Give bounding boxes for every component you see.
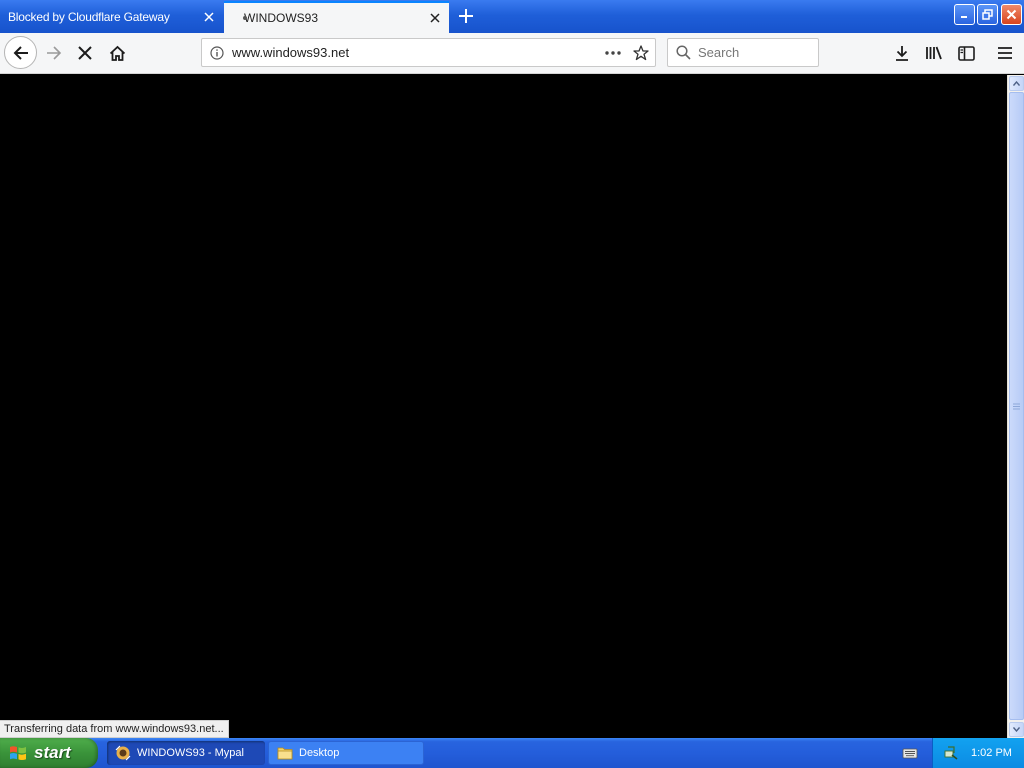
tab-windows93[interactable]: WINDOWS93 xyxy=(224,1,449,33)
library-button[interactable] xyxy=(919,38,949,68)
scroll-up-button[interactable] xyxy=(1009,76,1024,91)
home-button[interactable] xyxy=(101,37,133,69)
network-icon[interactable] xyxy=(943,745,959,761)
stop-button[interactable] xyxy=(69,37,101,69)
plus-icon xyxy=(459,9,473,23)
tab-strip: Blocked by Cloudflare Gateway WINDOWS93 xyxy=(0,0,1024,33)
status-text: Transferring data from www.windows93.net… xyxy=(0,720,229,738)
clock[interactable]: 1:02 PM xyxy=(971,747,1012,759)
taskbar-item-label: Desktop xyxy=(299,747,340,759)
minimize-icon xyxy=(961,16,967,18)
arrow-right-icon xyxy=(47,46,62,60)
downloads-button[interactable] xyxy=(887,38,917,68)
arrow-left-icon xyxy=(13,45,28,60)
chevron-down-icon xyxy=(1013,727,1020,732)
tab-blocked-cloudflare[interactable]: Blocked by Cloudflare Gateway xyxy=(0,1,223,33)
close-icon[interactable] xyxy=(421,4,449,32)
taskbar-item-label: WINDOWS93 - Mypal xyxy=(137,747,244,759)
sidebar-icon xyxy=(957,45,975,61)
hamburger-icon xyxy=(998,47,1012,59)
scrollbar-thumb[interactable] xyxy=(1009,92,1024,720)
windows-logo-icon xyxy=(10,746,26,761)
search-icon xyxy=(668,45,698,60)
new-tab-button[interactable] xyxy=(452,3,480,29)
close-icon[interactable] xyxy=(195,3,223,31)
tab-label: WINDOWS93 xyxy=(244,11,319,25)
window-close-button[interactable] xyxy=(1001,4,1022,25)
mypal-icon xyxy=(115,745,131,761)
page-actions-icon[interactable] xyxy=(599,39,627,67)
restore-icon xyxy=(982,9,993,20)
library-icon xyxy=(926,46,942,60)
menu-button[interactable] xyxy=(990,38,1020,68)
info-icon[interactable] xyxy=(202,45,232,60)
stop-icon xyxy=(78,46,92,60)
tab-label: Blocked by Cloudflare Gateway xyxy=(8,10,170,24)
minimize-button[interactable] xyxy=(954,4,975,25)
page-content[interactable] xyxy=(0,75,1007,738)
home-icon xyxy=(109,45,125,61)
vertical-scrollbar[interactable] xyxy=(1007,75,1024,738)
chevron-up-icon xyxy=(1013,81,1020,86)
loading-dot-icon xyxy=(243,16,247,20)
restore-button[interactable] xyxy=(977,4,998,25)
sidebar-button[interactable] xyxy=(951,38,981,68)
start-button[interactable]: start xyxy=(0,738,98,768)
download-icon xyxy=(896,46,908,61)
bookmark-star-icon[interactable] xyxy=(627,39,655,67)
navigation-toolbar: www.windows93.net xyxy=(0,33,1024,74)
system-tray: 1:02 PM xyxy=(932,738,1024,768)
close-icon xyxy=(1006,9,1017,20)
back-button[interactable] xyxy=(4,36,37,69)
search-input[interactable] xyxy=(698,45,808,60)
taskbar-item-desktop[interactable]: Desktop xyxy=(268,741,424,765)
folder-icon xyxy=(277,747,293,760)
url-text[interactable]: www.windows93.net xyxy=(232,45,599,60)
taskbar: start WINDOWS93 - Mypal Desktop 1:02 PM xyxy=(0,738,1024,768)
taskbar-item-mypal[interactable]: WINDOWS93 - Mypal xyxy=(107,741,265,765)
grip-icon xyxy=(1013,403,1020,409)
scroll-down-button[interactable] xyxy=(1009,722,1024,737)
start-label: start xyxy=(34,743,71,762)
search-bar[interactable] xyxy=(667,38,819,67)
address-bar[interactable]: www.windows93.net xyxy=(201,38,656,67)
forward-button[interactable] xyxy=(38,37,70,69)
keyboard-icon[interactable] xyxy=(902,746,918,760)
